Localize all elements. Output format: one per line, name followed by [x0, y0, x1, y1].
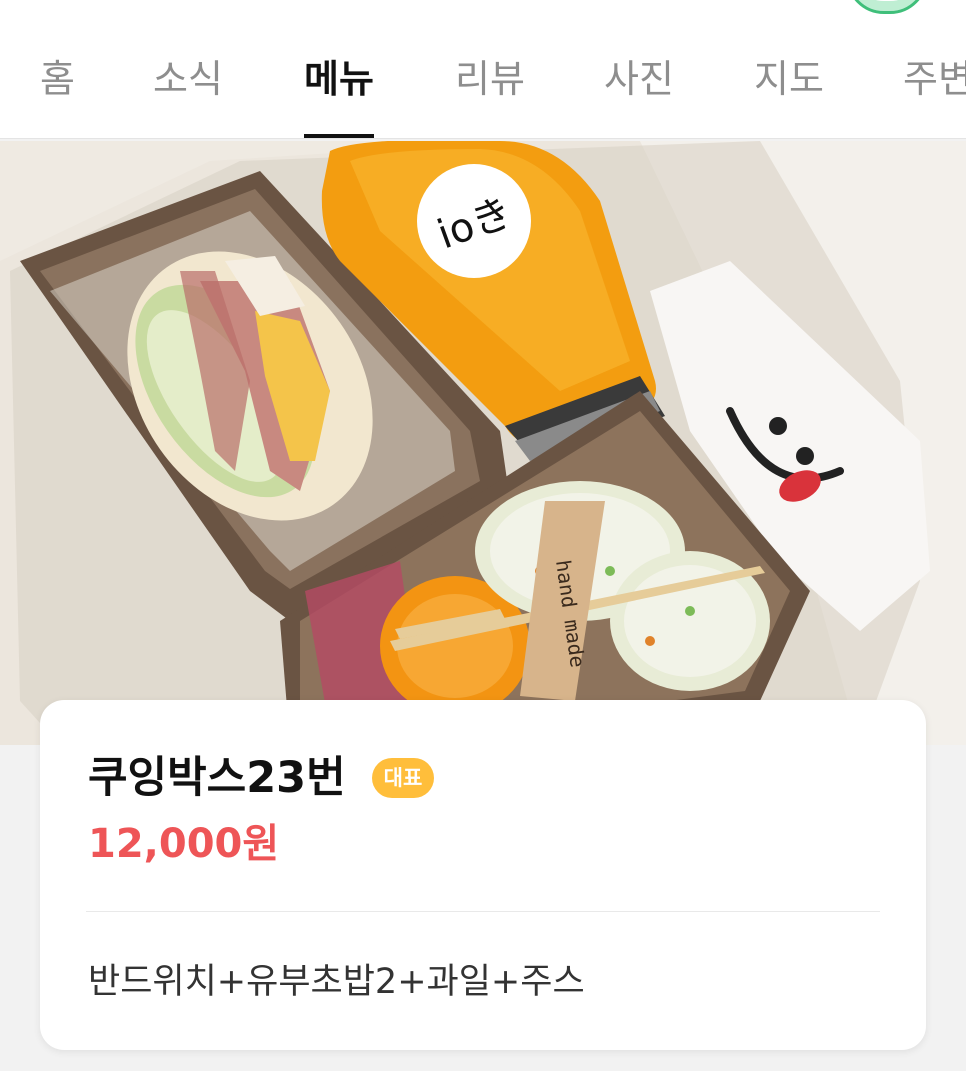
- tab-review[interactable]: 리뷰: [455, 44, 525, 138]
- menu-item-description: 반드위치+유부초밥2+과일+주스: [88, 962, 585, 1002]
- menu-item-card[interactable]: 쿠잉박스23번 대표 12,000원 반드위치+유부초밥2+과일+주스: [40, 700, 926, 1050]
- tab-photo[interactable]: 사진: [604, 44, 674, 138]
- menu-item-price: 12,000원: [88, 821, 280, 867]
- menu-title-row: 쿠잉박스23번 대표: [88, 750, 435, 806]
- top-navigation: 홈 소식 메뉴 리뷰 사진 지도 주변: [0, 0, 966, 139]
- menu-item-photo[interactable]: ioき hand made: [0, 141, 966, 745]
- tab-nearby[interactable]: 주변: [903, 44, 966, 138]
- tab-home[interactable]: 홈: [40, 44, 75, 138]
- representative-badge: 대표: [371, 758, 435, 798]
- card-divider: [86, 911, 880, 912]
- tab-menu[interactable]: 메뉴: [304, 44, 374, 138]
- store-logo-icon: [846, 0, 928, 14]
- tab-map[interactable]: 지도: [754, 44, 824, 138]
- tab-bar: 홈 소식 메뉴 리뷰 사진 지도 주변: [0, 44, 966, 138]
- menu-item-name: 쿠잉박스23번: [88, 753, 346, 803]
- lunchbox-image: ioき hand made: [0, 141, 966, 745]
- tab-news[interactable]: 소식: [153, 44, 223, 138]
